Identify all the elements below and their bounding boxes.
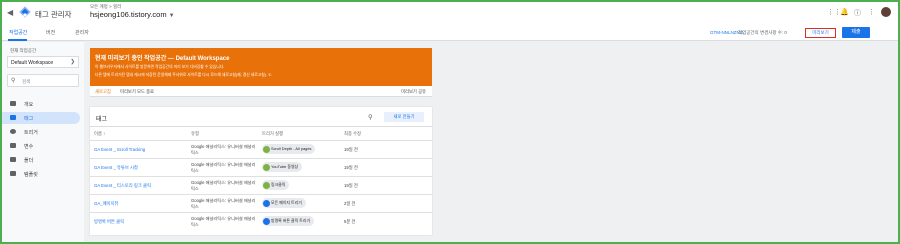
share-preview-button[interactable]: 미리보기 공유	[401, 89, 426, 95]
tag-type: Google 애널리틱스: 유니버설 애널리틱스	[191, 180, 256, 191]
sidebar-item-templates[interactable]: 템플릿	[2, 168, 80, 180]
variable-icon	[10, 143, 16, 148]
tag-name-link[interactable]: GA Event _ Scroll Tracking	[94, 147, 145, 152]
tag-icon	[10, 115, 16, 120]
avatar[interactable]	[881, 7, 891, 17]
trigger-icon	[10, 129, 16, 134]
tab-workspace[interactable]: 작업공간	[9, 29, 27, 36]
apps-menu-icon[interactable]: ◀	[7, 8, 13, 17]
table-row[interactable]: 방명록 버튼 클릭 Google 애널리틱스: 유니버설 애널리틱스 방명록 버…	[90, 212, 432, 230]
tags-card: 태그 ⚲ 새로 만들기 이름 ↑ 유형 트리거 실행 최종 수정 GA Even…	[90, 107, 432, 235]
overview-icon	[10, 101, 16, 106]
tag-type: Google 애널리틱스: 유니버설 애널리틱스	[191, 216, 256, 227]
top-bar: ◀ 태그 관리자 모든 계정 > 힐러 hsjeong106.tistory.c…	[2, 2, 898, 24]
preview-button[interactable]: 미리보기	[805, 28, 836, 38]
last-edited: 5분 전	[344, 219, 356, 224]
banner-text: 이 웹브라우저에서 사이트를 방문하면 작업공간의 미리 보기 디버깅할 수 있…	[95, 65, 225, 69]
sidebar-item-label: 폴더	[24, 158, 34, 164]
table-row[interactable]: GA Event _ 유튜브 시청 Google 애널리틱스: 유니버설 애널리…	[90, 158, 432, 176]
trigger-name: Scroll Depth - All pages	[271, 146, 312, 151]
last-edited: 19일 전	[344, 147, 358, 152]
search-icon: ⚲	[11, 78, 16, 84]
trigger-chip[interactable]: 모든 페이지 트리거	[262, 198, 306, 208]
product-name: 태그 관리자	[35, 10, 72, 19]
refresh-button[interactable]: 새로고침	[95, 89, 111, 95]
active-tab-indicator	[8, 39, 27, 41]
sidebar-item-label: 변수	[24, 144, 34, 150]
trigger-icon	[263, 218, 270, 226]
search-placeholder: 검색	[22, 79, 31, 84]
table-row[interactable]: GA Event _ 티스토리 링크 클릭 Google 애널리틱스: 유니버설…	[90, 176, 432, 194]
column-header-edited[interactable]: 최종 수정	[344, 131, 361, 137]
sidebar-item-folders[interactable]: 폴더	[2, 154, 80, 166]
sidebar-search[interactable]: ⚲ 검색	[7, 74, 79, 87]
table-row[interactable]: GA Event _ Scroll Tracking Google 애널리틱스:…	[90, 140, 432, 158]
more-options-icon[interactable]: ⋮	[868, 8, 875, 16]
workspace-changes: 작업공간의 변경사항 수: 0	[738, 30, 787, 35]
trigger-chip[interactable]: YouTube 동영상	[262, 162, 303, 172]
trigger-chip[interactable]: 링크클릭	[262, 180, 290, 190]
sidebar-item-tags[interactable]: 태그	[2, 112, 80, 124]
sidebar: 현재 작업공간 Default Workspace ❯ ⚲ 검색 개요 태그 트…	[2, 42, 84, 242]
exit-preview-button[interactable]: 미리보기 모드 종료	[120, 89, 154, 95]
trigger-name: 방명록 버튼 클릭 트리거	[271, 218, 311, 223]
tab-versions[interactable]: 버전	[46, 29, 55, 36]
folder-icon	[10, 157, 16, 162]
workspace-label: 현재 작업공간	[10, 48, 37, 53]
divider	[90, 126, 432, 127]
sidebar-item-label: 개요	[24, 102, 34, 108]
chevron-right-icon: ❯	[70, 59, 75, 65]
trigger-icon	[263, 146, 270, 154]
column-header-trigger[interactable]: 트리거 실행	[262, 131, 283, 137]
tag-name-link[interactable]: GA Event _ 유튜브 시청	[94, 165, 138, 171]
last-edited: 2일 전	[344, 201, 356, 206]
sidebar-item-label: 태그	[24, 116, 34, 122]
trigger-chip[interactable]: 방명록 버튼 클릭 트리거	[262, 216, 315, 226]
trigger-icon	[263, 182, 270, 190]
table-row[interactable]: GA_페이지뷰 Google 애널리틱스: 유니버설 애널리틱스 모든 페이지 …	[90, 194, 432, 212]
tag-type: Google 애널리틱스: 유니버설 애널리틱스	[191, 144, 256, 155]
workspace-name: Default Workspace	[11, 60, 54, 66]
column-header-type[interactable]: 유형	[191, 131, 199, 137]
container-name: hsjeong106.tistory.com	[90, 10, 167, 19]
banner-title: 현재 미리보기 중인 작업공간 — Default Workspace	[95, 56, 230, 62]
last-edited: 19일 전	[344, 165, 358, 170]
sidebar-item-label: 템플릿	[24, 172, 38, 178]
workspace-selector[interactable]: Default Workspace ❯	[7, 56, 79, 68]
preview-banner: 현재 미리보기 중인 작업공간 — Default Workspace 이 웹브…	[90, 48, 432, 86]
trigger-name: 링크클릭	[271, 182, 286, 187]
last-edited: 19일 전	[344, 183, 358, 188]
tab-row: 작업공간 버전 관리자 GTM-NNLNZNG 작업공간의 변경사항 수: 0 …	[2, 24, 898, 41]
help-icon[interactable]: ⓘ	[854, 8, 861, 18]
notifications-icon[interactable]: 🔔	[840, 8, 849, 16]
trigger-chip[interactable]: Scroll Depth - All pages	[262, 144, 316, 154]
tag-type: Google 애널리틱스: 유니버설 애널리틱스	[191, 198, 256, 209]
sidebar-item-triggers[interactable]: 트리거	[2, 126, 80, 138]
tab-admin[interactable]: 관리자	[75, 29, 89, 36]
container-selector[interactable]: hsjeong106.tistory.com ▼	[90, 10, 175, 19]
card-title: 태그	[96, 117, 108, 123]
banner-text: 다른 탭에 트리거된 탭내 캐시에 저장된 운영체제 주사위로 사이트를 다시 …	[95, 73, 272, 77]
banner-actions: 새로고침 미리보기 모드 종료 미리보기 공유	[90, 86, 432, 97]
sidebar-item-overview[interactable]: 개요	[2, 98, 80, 110]
trigger-name: 모든 페이지 트리거	[271, 200, 302, 205]
chevron-down-icon: ▼	[168, 13, 175, 19]
apps-grid-icon[interactable]: ⋮⋮	[827, 8, 841, 16]
app-window: ◀ 태그 관리자 모든 계정 > 힐러 hsjeong106.tistory.c…	[0, 0, 900, 244]
search-icon[interactable]: ⚲	[368, 113, 373, 121]
tag-type: Google 애널리틱스: 유니버설 애널리틱스	[191, 162, 256, 173]
tag-name-link[interactable]: GA Event _ 티스토리 링크 클릭	[94, 183, 151, 189]
new-tag-button[interactable]: 새로 만들기	[384, 112, 424, 122]
trigger-icon	[263, 164, 270, 172]
template-icon	[10, 171, 16, 176]
tag-name-link[interactable]: 방명록 버튼 클릭	[94, 219, 124, 225]
trigger-name: YouTube 동영상	[271, 164, 299, 169]
gtm-logo-icon	[19, 6, 31, 18]
submit-button[interactable]: 제출	[842, 27, 870, 38]
trigger-icon	[263, 200, 270, 208]
tag-name-link[interactable]: GA_페이지뷰	[94, 201, 118, 207]
sidebar-item-label: 트리거	[24, 130, 38, 136]
column-header-name[interactable]: 이름 ↑	[94, 131, 105, 137]
sidebar-item-variables[interactable]: 변수	[2, 140, 80, 152]
